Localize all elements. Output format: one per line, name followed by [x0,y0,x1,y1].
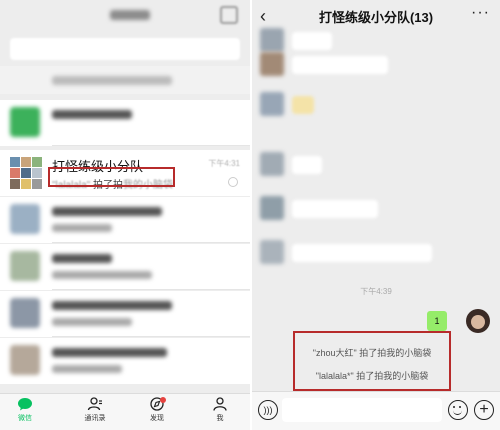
list-item[interactable] [0,66,250,94]
avatar [10,204,40,234]
mute-icon [228,177,238,187]
row-separator [52,242,250,243]
input-bar: ))) + [252,391,500,430]
chat-time: 下午4:31 [208,159,240,168]
avatar [10,251,40,281]
avatar [10,345,40,375]
member-avatar[interactable] [260,52,284,76]
list-item[interactable] [0,244,250,290]
app-title-blurred [110,10,150,20]
chat-icon [17,397,33,411]
blurred-text [52,110,132,119]
message-bubble [292,32,332,50]
message-bubble [292,244,432,262]
blurred-text [52,348,167,357]
list-item[interactable] [0,100,250,146]
blurred-text [52,254,112,263]
notification-dot [160,397,166,403]
chat-list-panel: 打怪练级小分队 下午4:31 "lalalala" 拍了拍我的小脑袋 微信 通讯… [0,0,250,430]
my-message-bubble: 1 [427,311,447,331]
blurred-text [52,365,122,373]
message-input[interactable] [282,398,442,422]
message-timestamp: 下午4:39 [360,287,392,296]
list-item[interactable] [0,338,250,384]
pat-notice: "zhou大红" 拍了拍我的小脑袋 [312,348,432,358]
blurred-text [52,207,162,216]
me-icon [212,397,228,411]
file-transfer-avatar [10,107,40,137]
highlight-box [48,167,175,187]
voice-icon[interactable]: ))) [258,400,278,420]
list-item[interactable] [0,197,250,243]
message-bubble [292,56,388,74]
highlight-box [293,331,451,391]
tab-label: 微信 [18,415,32,422]
plus-icon[interactable]: + [474,400,494,420]
my-avatar[interactable] [466,309,490,333]
tab-label: 我 [216,415,224,422]
avatar [10,298,40,328]
row-separator [52,336,250,337]
blurred-text [52,76,172,85]
chat-list-header [0,0,250,34]
blurred-text [52,318,132,326]
message-bubble [292,156,322,174]
add-icon[interactable] [220,6,238,24]
tab-discover[interactable]: 发现 [132,397,182,423]
message-bubble [292,96,314,114]
contacts-icon [87,397,103,411]
message-bubble [292,200,378,218]
tab-label: 通讯录 [84,415,106,422]
member-avatar[interactable] [260,196,284,220]
tab-chats[interactable]: 微信 [0,397,50,423]
pat-notice: "lalalala*" 拍了拍我的小脑袋 [315,371,429,381]
emoji-icon[interactable] [448,400,468,420]
row-separator [52,145,250,146]
member-avatar[interactable] [260,240,284,264]
chat-title: 打怪练级小分队(13) [318,10,434,25]
tab-me[interactable]: 我 [195,397,245,423]
member-avatar[interactable] [260,28,284,52]
member-avatar[interactable] [260,152,284,176]
tab-contacts[interactable]: 通讯录 [70,397,120,423]
list-item[interactable] [0,291,250,337]
chat-header: ‹ 打怪练级小分队(13) ··· [252,0,500,34]
more-icon[interactable]: ··· [471,4,490,22]
member-avatar[interactable] [260,92,284,116]
blurred-text [52,224,112,232]
search-bar[interactable] [10,38,240,60]
blurred-text [52,301,172,310]
row-separator [52,289,250,290]
tab-label: 发现 [150,415,164,422]
bottom-tab-bar: 微信 通讯录 发现 我 [0,393,250,430]
blurred-text [52,271,152,279]
group-avatar [10,157,42,189]
